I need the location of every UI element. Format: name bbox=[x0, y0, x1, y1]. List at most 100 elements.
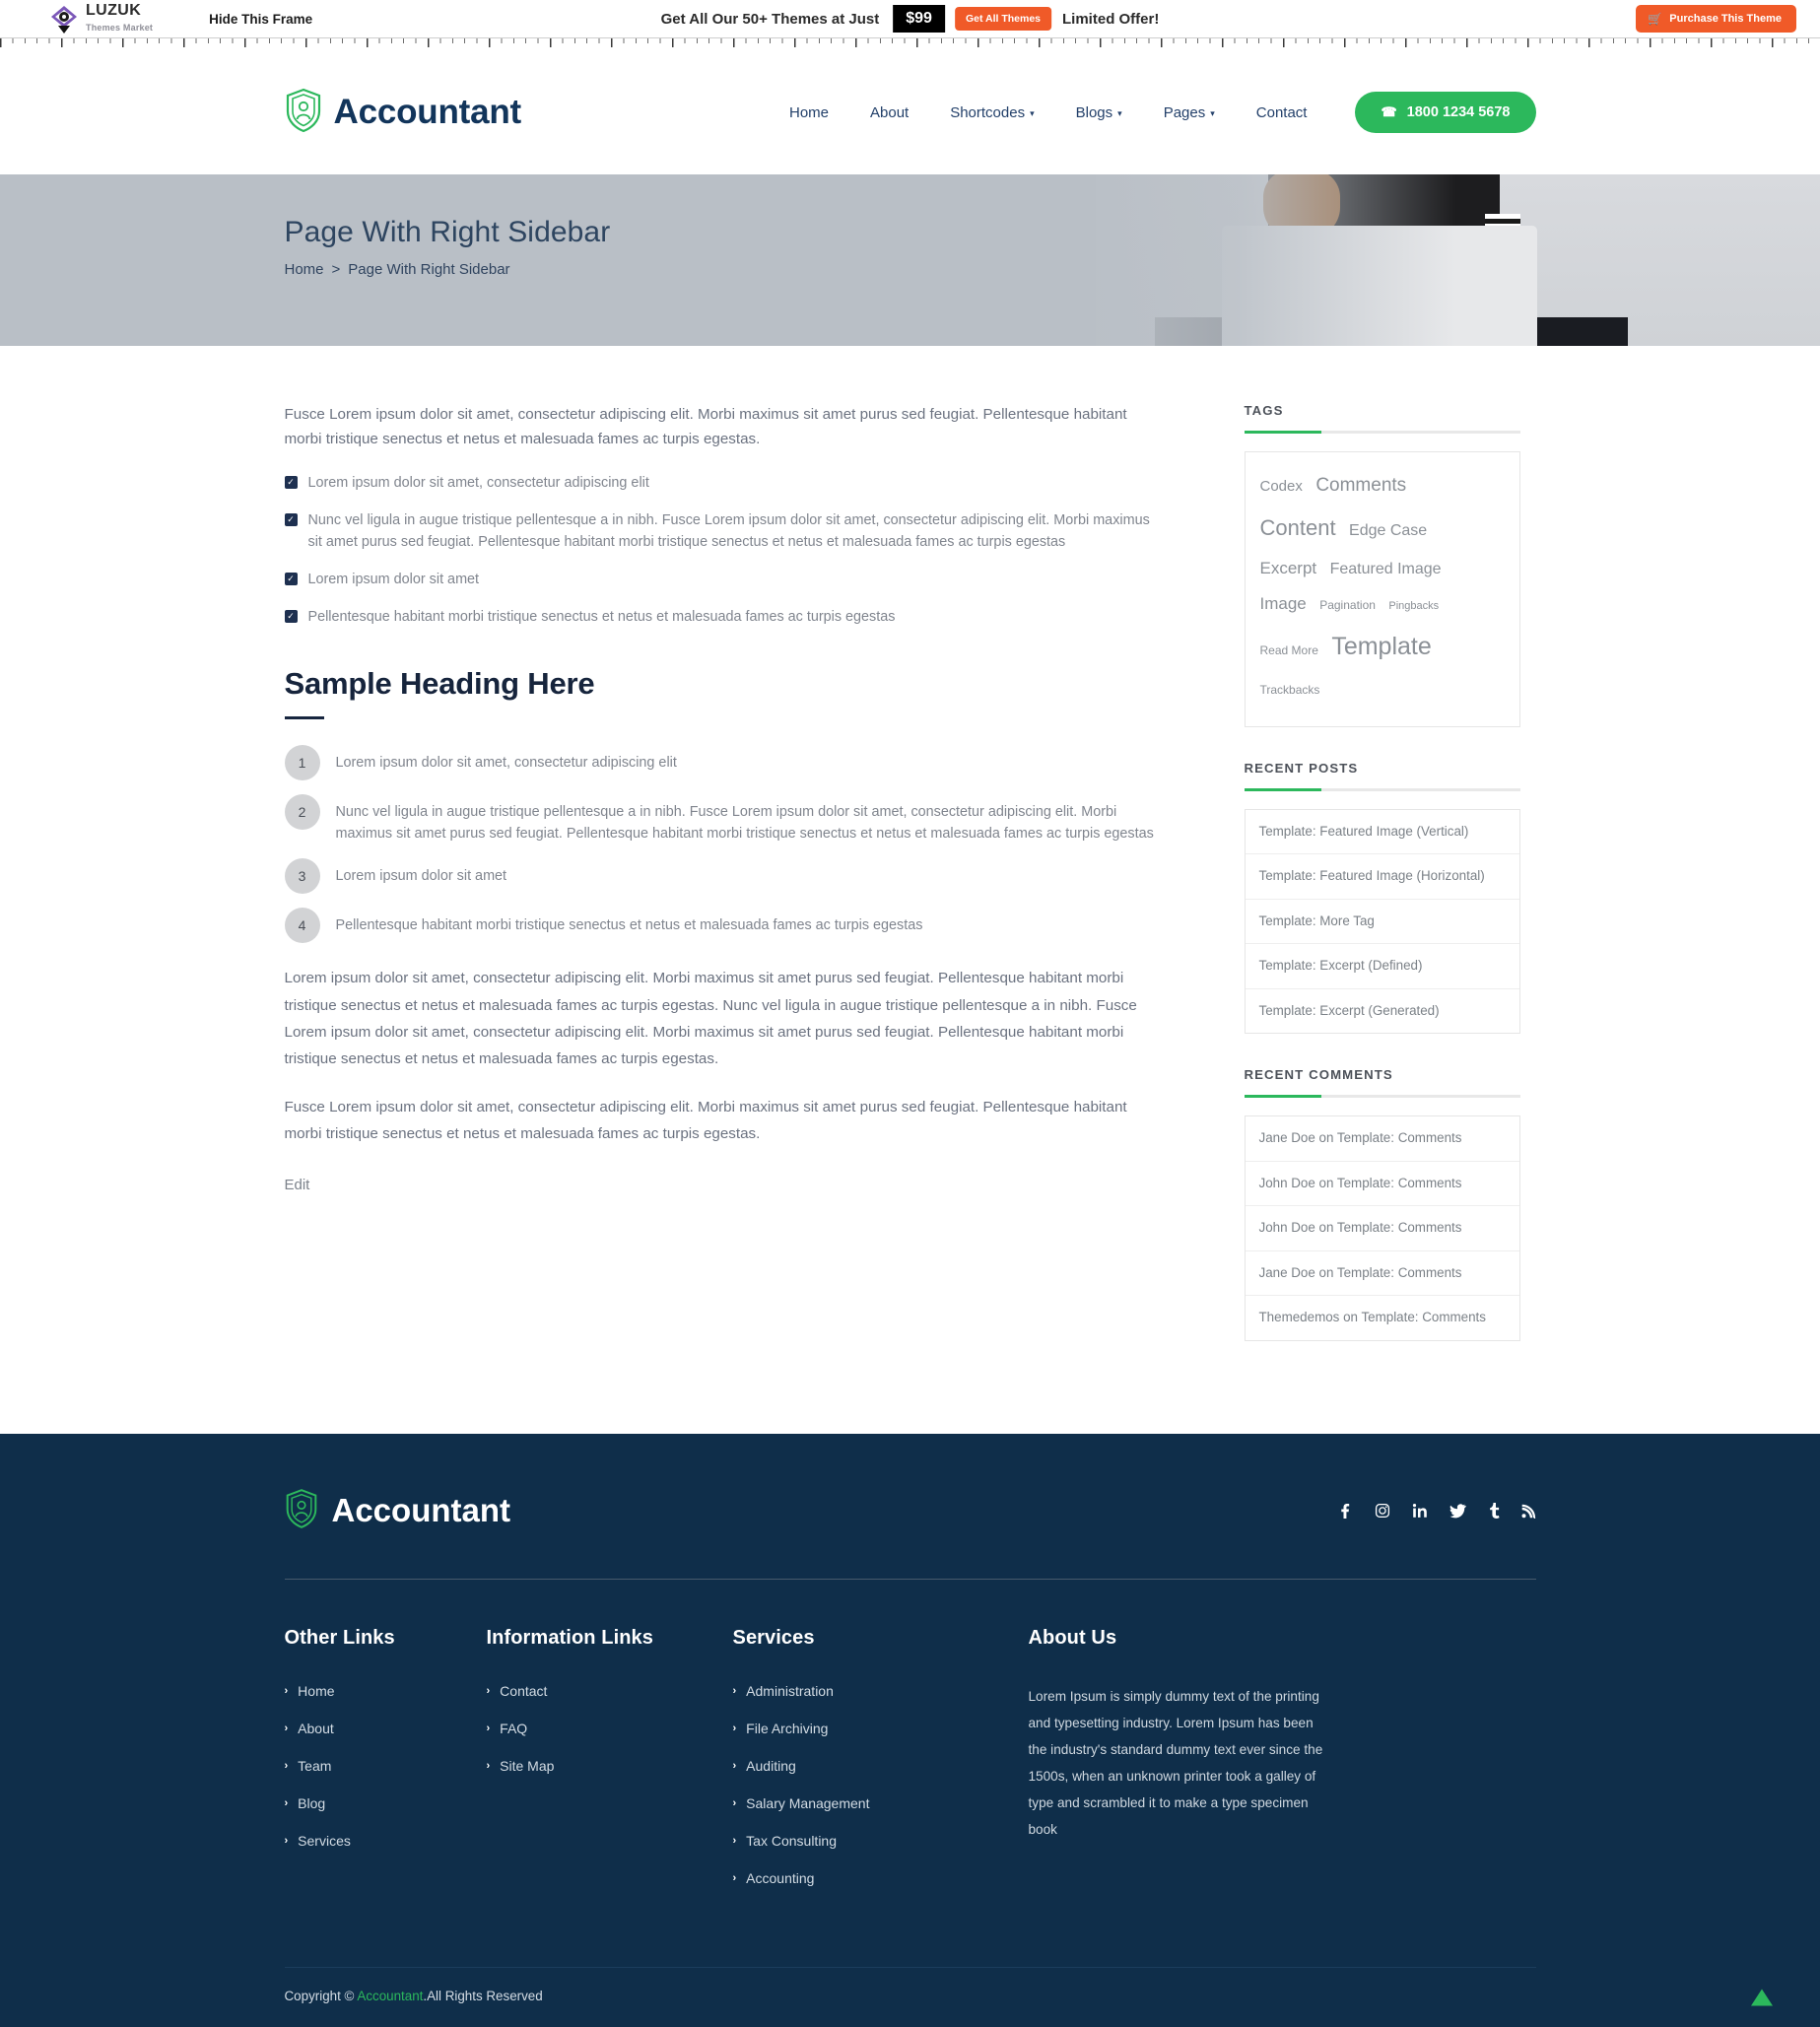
footer-link-team[interactable]: › Team bbox=[285, 1758, 487, 1774]
checkbox-checked-icon[interactable]: ✓ bbox=[284, 572, 298, 585]
chevron-right-icon: › bbox=[732, 1684, 737, 1697]
tag-pagination[interactable]: Pagination bbox=[1319, 598, 1376, 612]
footer-link-administration[interactable]: › Administration bbox=[733, 1683, 1029, 1699]
rss-icon[interactable] bbox=[1521, 1503, 1536, 1520]
twitter-icon[interactable] bbox=[1449, 1503, 1466, 1519]
copyright-brand-link[interactable]: Accountant bbox=[357, 1989, 423, 2003]
chevron-right-icon: › bbox=[732, 1759, 737, 1772]
facebook-icon[interactable] bbox=[1337, 1503, 1353, 1520]
tag-trackbacks[interactable]: Trackbacks bbox=[1260, 683, 1320, 697]
phone-icon: ☎ bbox=[1381, 104, 1397, 119]
list-item-text: Pellentesque habitant morbi tristique se… bbox=[335, 917, 923, 934]
tag-comments[interactable]: Comments bbox=[1315, 475, 1406, 496]
intro-paragraph: Fusce Lorem ipsum dolor sit amet, consec… bbox=[284, 406, 1127, 447]
site-brand[interactable]: Accountant bbox=[285, 88, 521, 138]
body-paragraph-1: Lorem ipsum dolor sit amet, consectetur … bbox=[284, 970, 1137, 1067]
list-item-text: Lorem ipsum dolor sit amet, consectetur … bbox=[335, 754, 677, 771]
linkedin-icon[interactable] bbox=[1412, 1503, 1428, 1519]
list-item[interactable]: Template: Featured Image (Horizontal) bbox=[1245, 854, 1519, 900]
footer-link-blog[interactable]: › Blog bbox=[285, 1795, 487, 1811]
checkbox-checked-icon[interactable]: ✓ bbox=[284, 609, 298, 623]
recent-comments-title: RECENT COMMENTS bbox=[1244, 1067, 1393, 1083]
tag-content[interactable]: Content bbox=[1260, 515, 1336, 540]
edit-link[interactable]: Edit bbox=[285, 1177, 310, 1193]
section-heading: Sample Heading Here bbox=[284, 665, 595, 701]
social-links bbox=[1337, 1503, 1536, 1520]
footer-link-label: Tax Consulting bbox=[746, 1832, 837, 1849]
footer-link-label: Home bbox=[298, 1682, 335, 1699]
tumblr-icon[interactable] bbox=[1488, 1503, 1500, 1520]
nav-item-shortcodes[interactable]: Shortcodes ▾ bbox=[929, 104, 1054, 121]
footer-column-information-links: Information Links › Contact › FAQ › Site Ma… bbox=[487, 1627, 733, 1908]
breadcrumb-home-link[interactable]: Home bbox=[285, 261, 324, 278]
purchase-this-theme-button[interactable]: 🛒 Purchase This Theme bbox=[1636, 5, 1796, 33]
checkbox-checked-icon[interactable]: ✓ bbox=[284, 476, 298, 490]
nav-item-blogs[interactable]: Blogs ▾ bbox=[1055, 104, 1143, 121]
list-item: ✓ Nunc vel ligula in augue tristique pel… bbox=[284, 510, 1167, 554]
phone-cta-button[interactable]: ☎ 1800 1234 5678 bbox=[1355, 92, 1536, 133]
footer-link-about[interactable]: › About bbox=[285, 1721, 487, 1736]
tag-edge-case[interactable]: Edge Case bbox=[1349, 522, 1427, 539]
list-item[interactable]: Template: More Tag bbox=[1245, 900, 1519, 945]
tag-read-more[interactable]: Read More bbox=[1260, 643, 1318, 657]
tag-codex[interactable]: Codex bbox=[1260, 478, 1303, 495]
list-item[interactable]: Jane Doe on Template: Comments bbox=[1245, 1251, 1519, 1297]
scroll-to-top-button[interactable] bbox=[1750, 1989, 1773, 2006]
checklist: ✓ Lorem ipsum dolor sit amet, consectetu… bbox=[284, 473, 1167, 628]
footer-link-site-map[interactable]: › Site Map bbox=[487, 1758, 733, 1774]
tag-pingbacks[interactable]: Pingbacks bbox=[1388, 600, 1439, 612]
chevron-right-icon: › bbox=[486, 1722, 491, 1734]
footer-link-accounting[interactable]: › Accounting bbox=[733, 1870, 1029, 1886]
hide-this-frame-button[interactable]: Hide This Frame bbox=[209, 12, 312, 27]
footer-brand[interactable]: Accountant bbox=[285, 1488, 510, 1534]
tag-template[interactable]: Template bbox=[1331, 633, 1431, 660]
list-item[interactable]: Themedemos on Template: Comments bbox=[1246, 1296, 1519, 1340]
footer-link-home[interactable]: › Home bbox=[285, 1683, 487, 1699]
nav-label: Home bbox=[788, 103, 829, 121]
tag-featured-image[interactable]: Featured Image bbox=[1330, 561, 1442, 577]
nav-item-pages[interactable]: Pages ▾ bbox=[1143, 104, 1236, 121]
get-all-themes-button[interactable]: Get All Themes bbox=[954, 7, 1052, 31]
chevron-down-icon: ▾ bbox=[1030, 107, 1035, 118]
chevron-right-icon: › bbox=[732, 1796, 737, 1809]
chevron-right-icon: › bbox=[284, 1759, 289, 1772]
list-item[interactable]: John Doe on Template: Comments bbox=[1245, 1162, 1519, 1207]
checkbox-checked-icon[interactable]: ✓ bbox=[284, 513, 298, 527]
chevron-right-icon: › bbox=[284, 1684, 289, 1697]
list-item: ✓ Lorem ipsum dolor sit amet bbox=[284, 570, 1167, 591]
footer-link-salary-management[interactable]: › Salary Management bbox=[733, 1795, 1029, 1811]
widget-underline bbox=[1244, 1095, 1520, 1099]
sidebar: TAGS Codex Comments Content Edge Case Ex… bbox=[1244, 403, 1520, 1375]
list-item[interactable]: Jane Doe on Template: Comments bbox=[1245, 1116, 1519, 1162]
list-item[interactable]: John Doe on Template: Comments bbox=[1245, 1206, 1519, 1251]
footer-link-faq[interactable]: › FAQ bbox=[487, 1721, 733, 1736]
footer-link-auditing[interactable]: › Auditing bbox=[733, 1758, 1029, 1774]
promo-price-badge: $99 bbox=[893, 5, 945, 33]
list-item[interactable]: Template: Featured Image (Vertical) bbox=[1245, 810, 1519, 855]
list-item[interactable]: Template: Excerpt (Generated) bbox=[1246, 989, 1519, 1034]
nav-label: Shortcodes bbox=[950, 103, 1026, 121]
list-item: 2 Nunc vel ligula in augue tristique pel… bbox=[284, 793, 1167, 845]
luzuk-logo-name: LUZUK bbox=[86, 2, 142, 19]
chevron-right-icon: › bbox=[284, 1796, 289, 1809]
list-number-badge: 1 bbox=[284, 744, 320, 780]
list-item[interactable]: Template: Excerpt (Defined) bbox=[1245, 944, 1519, 989]
luzuk-logo-sub: Themes Market bbox=[86, 23, 154, 33]
copyright-suffix: .All Rights Reserved bbox=[423, 1988, 543, 2003]
nav-item-contact[interactable]: Contact bbox=[1236, 104, 1328, 121]
nav-label: Contact bbox=[1255, 103, 1308, 121]
chevron-right-icon: › bbox=[284, 1722, 289, 1734]
footer-link-label: Site Map bbox=[500, 1757, 555, 1774]
footer-link-tax-consulting[interactable]: › Tax Consulting bbox=[733, 1833, 1029, 1849]
nav-item-about[interactable]: About bbox=[849, 104, 929, 121]
footer-link-services[interactable]: › Services bbox=[285, 1833, 487, 1849]
instagram-icon[interactable] bbox=[1375, 1503, 1390, 1519]
footer-link-contact[interactable]: › Contact bbox=[487, 1683, 733, 1699]
tag-image[interactable]: Image bbox=[1260, 594, 1307, 613]
tag-cloud: Codex Comments Content Edge Case Excerpt… bbox=[1244, 451, 1520, 727]
nav-item-home[interactable]: Home bbox=[769, 104, 849, 121]
footer-link-file-archiving[interactable]: › File Archiving bbox=[733, 1721, 1029, 1736]
tag-excerpt[interactable]: Excerpt bbox=[1260, 559, 1317, 577]
luzuk-logo[interactable]: LUZUK Themes Market bbox=[49, 3, 153, 34]
widget-underline bbox=[1244, 431, 1520, 434]
